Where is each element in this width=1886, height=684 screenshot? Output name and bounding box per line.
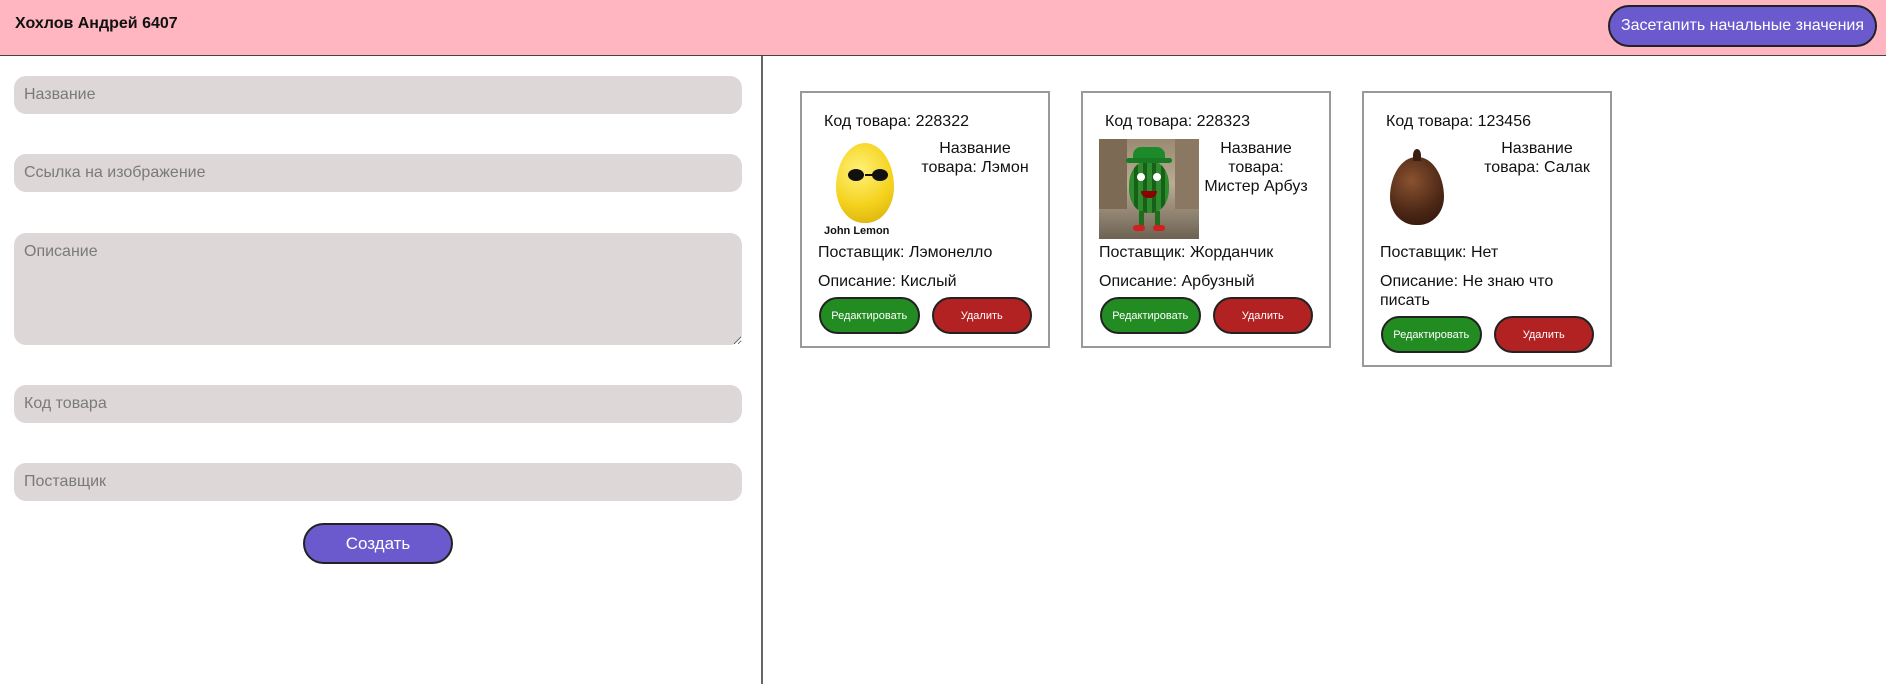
- salak-image: [1380, 139, 1480, 239]
- watermelon-image: [1099, 139, 1199, 239]
- product-supplier: Поставщик: Лэмонелло: [818, 244, 993, 261]
- image-url-input[interactable]: [14, 154, 742, 192]
- product-code: Код товара: 228322: [824, 113, 969, 130]
- product-description: Описание: Кислый: [818, 273, 957, 290]
- product-description: Описание: Арбузный: [1099, 273, 1255, 290]
- product-name: Название товара: Мистер Арбуз: [1204, 140, 1308, 195]
- product-description: Описание: Не знаю что писать: [1380, 273, 1554, 309]
- product-code-input[interactable]: [14, 385, 742, 423]
- create-product-form: Создать: [0, 56, 763, 684]
- product-supplier: Поставщик: Жорданчик: [1099, 244, 1274, 261]
- image-caption: John Lemon: [824, 225, 890, 237]
- author-title: Хохлов Андрей 6407: [15, 15, 178, 32]
- edit-button[interactable]: Редактировать: [819, 297, 920, 334]
- lemon-image: John Lemon: [818, 139, 918, 239]
- description-textarea[interactable]: [14, 233, 742, 345]
- create-button[interactable]: Создать: [303, 523, 453, 564]
- reset-initial-values-button[interactable]: Засетапить начальные значения: [1607, 5, 1877, 47]
- edit-button[interactable]: Редактировать: [1100, 297, 1201, 334]
- supplier-input[interactable]: [14, 463, 742, 501]
- product-name: Название товара: Лэмон: [921, 140, 1029, 176]
- product-supplier: Поставщик: Нет: [1380, 244, 1499, 261]
- delete-button[interactable]: Удалить: [1493, 316, 1594, 353]
- product-name: Название товара: Салак: [1484, 140, 1590, 176]
- edit-button[interactable]: Редактировать: [1381, 316, 1482, 353]
- product-card: Код товара: 228322 John Lemon Название т…: [800, 91, 1050, 348]
- product-card: Код товара: 228323 Название товара: Мист…: [1081, 91, 1331, 348]
- delete-button[interactable]: Удалить: [1212, 297, 1313, 334]
- product-code: Код товара: 123456: [1386, 113, 1531, 130]
- product-card: Код товара: 123456 Название товара: Сала…: [1362, 91, 1612, 367]
- product-code: Код товара: 228323: [1105, 113, 1250, 130]
- name-input[interactable]: [14, 76, 742, 114]
- app-header: Хохлов Андрей 6407 Засетапить начальные …: [0, 0, 1886, 56]
- delete-button[interactable]: Удалить: [931, 297, 1032, 334]
